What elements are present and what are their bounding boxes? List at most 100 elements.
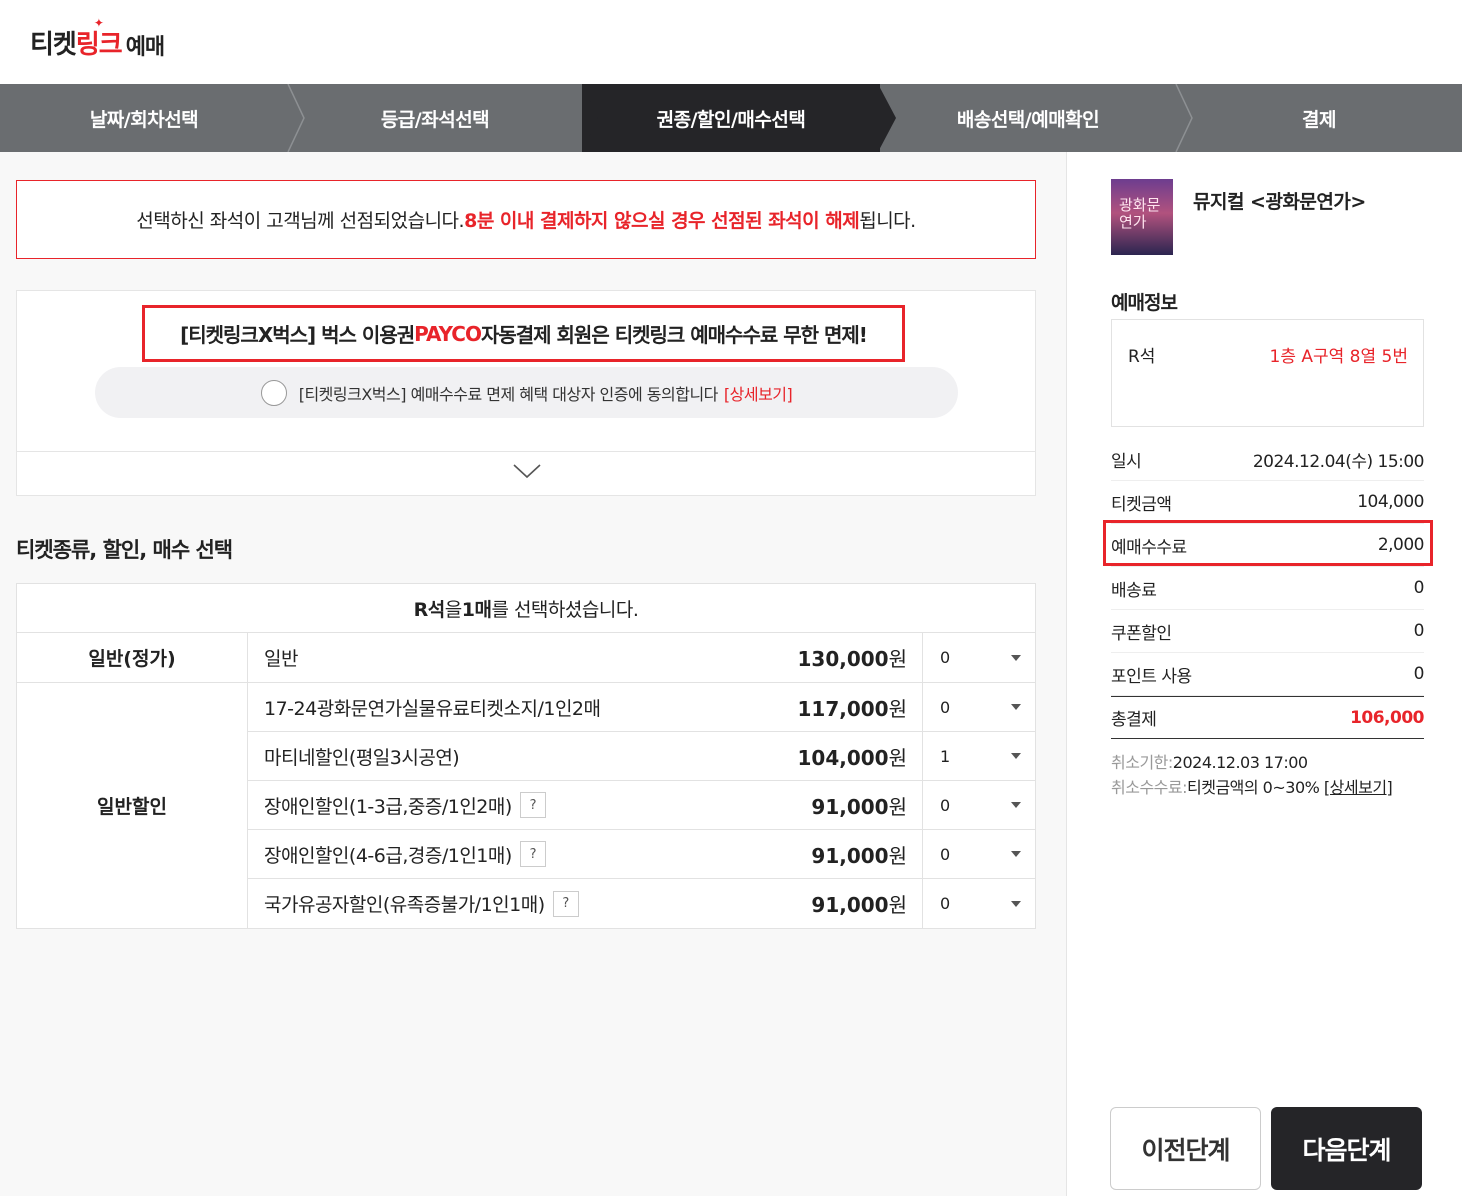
step-date-session: 날짜/회차선택 xyxy=(0,84,305,152)
ticket-group-label: 일반(정가) xyxy=(17,633,248,682)
price-value: 104,000 xyxy=(1357,492,1424,512)
help-icon[interactable]: ? xyxy=(519,841,546,867)
payco-label: PAYCO xyxy=(414,321,482,346)
step-ticket-type: 권종/할인/매수선택 xyxy=(582,84,896,152)
ticket-price: 117,000원 xyxy=(797,696,908,721)
chevron-down-icon[interactable] xyxy=(512,461,542,481)
booking-summary-panel: 광화문 연가 뮤지컬 <광화문연가> 예매정보 R석 1층 A구역 8열 5번 일… xyxy=(1066,152,1462,1196)
quantity-select[interactable]: 0 xyxy=(922,830,1035,878)
main-content: 선택하신 좌석이 고객님께 선점되었습니다. 8분 이내 결제하지 않으실 경우… xyxy=(0,152,1066,1196)
notice-text: 선택하신 좌석이 고객님께 선점되었습니다. xyxy=(136,210,465,232)
ticket-price: 130,000원 xyxy=(797,647,908,671)
quantity-select[interactable]: 0 xyxy=(922,633,1035,682)
star-icon: ✦ xyxy=(93,16,104,30)
cancel-policy: 취소기한:2024.12.03 17:00 취소수수료:티켓금액의 0~30% … xyxy=(1111,753,1393,797)
price-value: 106,000 xyxy=(1350,707,1424,728)
bugs-promo-box: [티켓링크X벅스] 벅스 이용권 PAYCO 자동결제 회원은 티켓링크 예매수… xyxy=(16,290,1036,496)
step-payment: 결제 xyxy=(1302,108,1336,131)
total-payment-row: 총결제 106,000 xyxy=(1111,696,1424,739)
price-label: 총결제 xyxy=(1111,710,1157,730)
ticket-name: 장애인할인(1-3급,중증/1인2매)? xyxy=(248,792,682,819)
step-separator-icon xyxy=(582,84,598,152)
price-row: 쿠폰할인 0 xyxy=(1111,610,1425,653)
booking-info-label: 예매정보 xyxy=(1111,292,1178,314)
price-label: 포인트 사용 xyxy=(1111,666,1192,687)
promo-detail-link[interactable]: [상세보기] xyxy=(724,381,793,405)
booking-fee-highlight xyxy=(1103,520,1433,566)
ticket-name: 일반 xyxy=(264,648,298,670)
step-delivery-confirm: 배송선택/예매확인 xyxy=(880,84,1193,152)
show-title: 뮤지컬 <광화문연가> xyxy=(1193,191,1366,213)
quantity-select[interactable]: 0 xyxy=(922,683,1035,731)
price-row: 일시 2024.12.04(수) 15:00 xyxy=(1111,438,1425,481)
divider xyxy=(17,451,1035,452)
ticket-group-label: 일반할인 xyxy=(17,683,248,928)
seat-info-box: R석 1층 A구역 8열 5번 xyxy=(1111,319,1424,427)
ticket-row: 일반 130,000원 0 xyxy=(248,633,1035,682)
price-label: 티켓금액 xyxy=(1111,494,1172,515)
ticket-name: 17-24광화문연가실물유료티켓소지/1인2매 xyxy=(264,697,601,720)
logo-part1: 티켓 xyxy=(30,30,77,60)
step-separator-icon xyxy=(1175,84,1193,152)
notice-highlight: 8분 이내 결제하지 않으실 경우 선점된 좌석이 해제 xyxy=(464,210,860,232)
price-row: 포인트 사용 0 xyxy=(1111,653,1425,696)
promo-title: [티켓링크X벅스] 벅스 이용권 PAYCO 자동결제 회원은 티켓링크 예매수… xyxy=(142,305,905,362)
seat-grade: R석 xyxy=(1128,347,1156,367)
quantity-select[interactable]: 0 xyxy=(922,781,1035,829)
price-value: 0 xyxy=(1413,664,1425,684)
notice-tail: 됩니다. xyxy=(859,210,916,232)
seat-hold-notice: 선택하신 좌석이 고객님께 선점되었습니다. 8분 이내 결제하지 않으실 경우… xyxy=(16,180,1036,259)
caret-down-icon xyxy=(1011,802,1021,808)
price-row: 티켓금액 104,000 xyxy=(1111,481,1424,524)
help-icon[interactable]: ? xyxy=(552,890,579,917)
logo-part3: 예매 xyxy=(125,35,165,60)
quantity-select[interactable]: 0 xyxy=(922,879,1035,928)
caret-down-icon xyxy=(1011,654,1021,661)
section-title: 티켓종류, 할인, 매수 선택 xyxy=(16,538,233,562)
ticket-row: 국가유공자할인(유족증불가/1인1매)? 91,000원 0 xyxy=(248,879,1035,928)
quantity-select[interactable]: 1 xyxy=(922,732,1035,780)
next-step-button[interactable]: 다음단계 xyxy=(1271,1107,1422,1190)
price-row: 배송료 0 xyxy=(1111,567,1425,610)
ticket-row: 장애인할인(1-3급,중증/1인2매)? 91,000원 0 xyxy=(248,781,1035,830)
caret-down-icon xyxy=(1011,753,1021,759)
price-label: 일시 xyxy=(1111,451,1142,472)
logo-part2: 링크 ✦ xyxy=(75,16,123,60)
step-grade-seat: 등급/좌석선택 xyxy=(288,84,598,152)
cancel-fee-detail-link[interactable]: [상세보기] xyxy=(1324,778,1393,797)
ticket-name: 장애인할인(4-6급,경증/1인1매)? xyxy=(248,841,682,868)
seat-position: 1층 A구역 8열 5번 xyxy=(1269,347,1409,367)
ticket-price: 104,000원 xyxy=(797,745,908,770)
promo-agree-row[interactable]: [티켓링크X벅스] 예매수수료 면제 혜택 대상자 인증에 동의합니다 [상세보… xyxy=(95,367,958,418)
selection-summary: R석 을 1매 를 선택하셨습니다. xyxy=(17,584,1035,633)
ticket-price: 91,000원 xyxy=(811,794,907,819)
caret-down-icon xyxy=(1011,900,1021,907)
agree-radio[interactable] xyxy=(260,379,287,406)
show-info: 광화문 연가 뮤지컬 <광화문연가> xyxy=(1111,179,1366,255)
step-separator-icon xyxy=(287,84,305,152)
header: 티켓 링크 ✦ 예매 xyxy=(0,0,1462,84)
price-label: 쿠폰할인 xyxy=(1111,623,1172,644)
agree-text: [티켓링크X벅스] 예매수수료 면제 혜택 대상자 인증에 동의합니다 xyxy=(298,384,719,404)
step-navigation: 날짜/회차선택 등급/좌석선택 권종/할인/매수선택 배송선택/예매확인 결제 xyxy=(0,84,1462,152)
caret-down-icon xyxy=(1011,704,1021,710)
ticket-type-table: R석 을 1매 를 선택하셨습니다. 일반(정가) 일반 130,000원 0 일반할인 17… xyxy=(16,583,1036,929)
ticket-row: 마티네할인(평일3시공연) 104,000원 1 xyxy=(248,732,1035,781)
ticket-row: 장애인할인(4-6급,경증/1인1매)? 91,000원 0 xyxy=(248,830,1035,879)
price-value: 2024.12.04(수) 15:00 xyxy=(1252,451,1425,472)
ticket-group: 일반할인 17-24광화문연가실물유료티켓소지/1인2매 117,000원 0 마티네할… xyxy=(17,683,1035,928)
show-poster: 광화문 연가 xyxy=(1111,179,1173,255)
help-icon[interactable]: ? xyxy=(519,792,546,818)
step-separator-icon xyxy=(878,84,896,152)
ticket-group: 일반(정가) 일반 130,000원 0 xyxy=(17,633,1035,683)
price-label: 배송료 xyxy=(1111,580,1157,601)
prev-step-button[interactable]: 이전단계 xyxy=(1110,1107,1261,1190)
ticket-name: 마티네할인(평일3시공연) xyxy=(264,746,460,769)
price-value: 0 xyxy=(1413,578,1425,598)
caret-down-icon xyxy=(1011,851,1021,857)
ticket-price: 91,000원 xyxy=(811,893,907,917)
price-breakdown: 일시 2024.12.04(수) 15:00 티켓금액 104,000 예매수수료 2,0… xyxy=(1111,438,1425,739)
ticketlink-logo[interactable]: 티켓 링크 ✦ 예매 xyxy=(30,16,165,61)
ticket-row: 17-24광화문연가실물유료티켓소지/1인2매 117,000원 0 xyxy=(248,683,1035,732)
ticket-price: 91,000원 xyxy=(811,843,907,868)
